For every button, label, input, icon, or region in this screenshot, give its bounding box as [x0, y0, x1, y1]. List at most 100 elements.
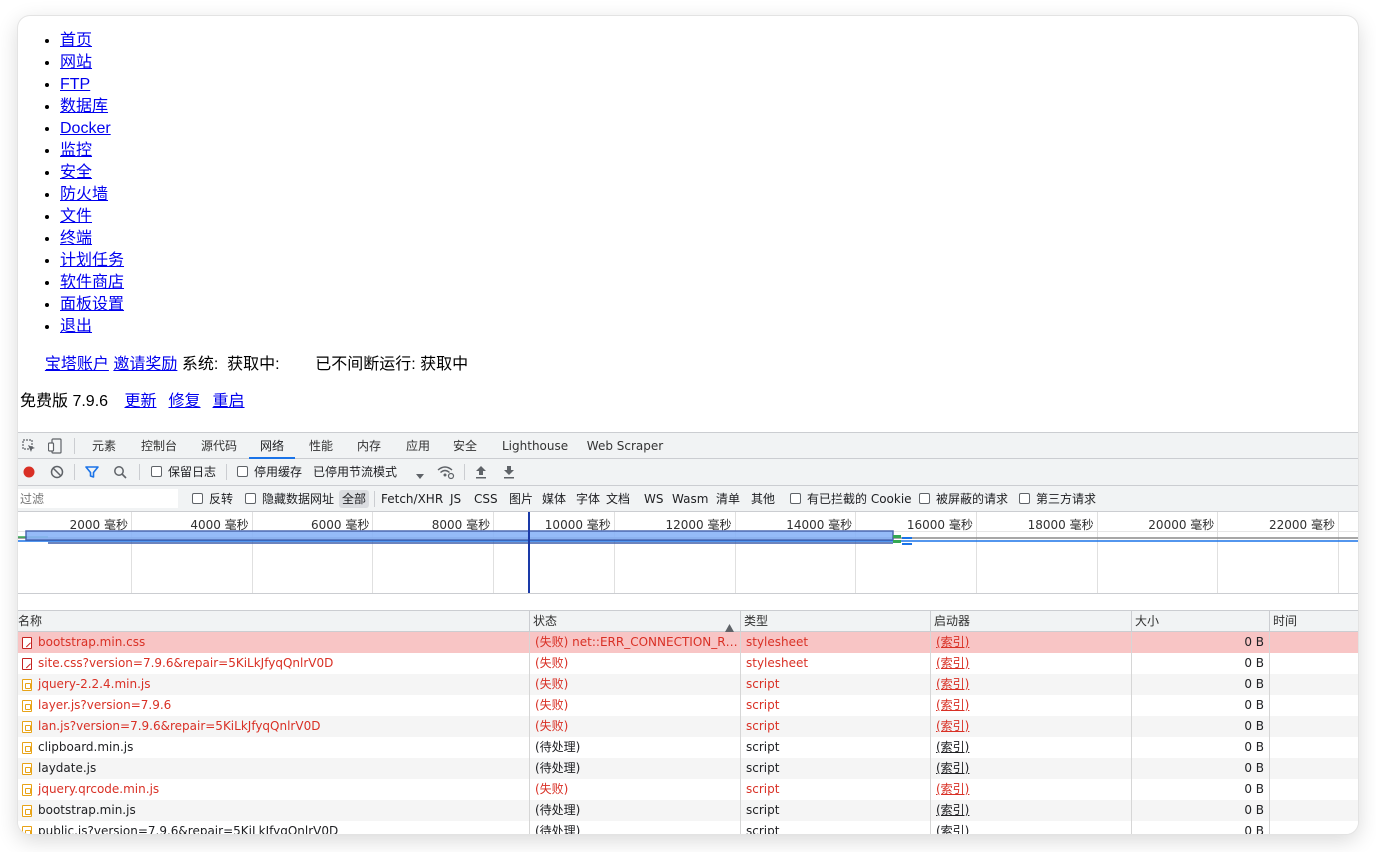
type-filter-button[interactable]: 清单	[713, 490, 743, 508]
chevron-down-icon[interactable]	[416, 469, 424, 479]
bt-account-link[interactable]: 宝塔账户	[45, 356, 109, 373]
initiator-link[interactable]: (索引)	[936, 635, 969, 649]
nav-link[interactable]: 安全	[60, 164, 92, 181]
table-row[interactable]: bootstrap.min.js (待处理) script (索引) 0 B	[18, 800, 1358, 821]
preserve-log-checkbox[interactable]	[151, 466, 162, 477]
devtools-tab[interactable]: 控制台	[134, 433, 184, 459]
column-time[interactable]: 时间	[1270, 611, 1358, 632]
invite-link[interactable]: 邀请奖励	[113, 356, 177, 373]
type-filter-button[interactable]: CSS	[471, 490, 501, 508]
blocked-cookies-checkbox[interactable]	[790, 493, 801, 504]
type-filter-button[interactable]: JS	[447, 490, 464, 508]
nav-link[interactable]: 终端	[60, 230, 92, 247]
table-row[interactable]: laydate.js (待处理) script (索引) 0 B	[18, 758, 1358, 779]
column-size[interactable]: 大小	[1132, 611, 1270, 632]
device-toolbar-icon[interactable]	[47, 438, 62, 454]
devtools-tab[interactable]: 元素	[82, 433, 126, 459]
column-type[interactable]: 类型	[741, 611, 931, 632]
disable-cache-checkbox[interactable]	[237, 466, 248, 477]
column-status[interactable]: 状态	[530, 611, 741, 632]
nav-link[interactable]: 软件商店	[60, 274, 124, 291]
nav-link[interactable]: 数据库	[60, 98, 108, 115]
nav-link[interactable]: FTP	[60, 76, 90, 93]
type-filter-button[interactable]: 全部	[339, 490, 370, 508]
type-filter-button[interactable]: Fetch/XHR	[378, 490, 446, 508]
request-name-cell: jquery-2.2.4.min.js	[18, 674, 530, 695]
column-name[interactable]: 名称	[18, 611, 530, 632]
devtools-tab[interactable]: 应用	[398, 433, 438, 459]
type-filter-button[interactable]: WS	[641, 490, 666, 508]
column-initiator[interactable]: 启动器	[931, 611, 1132, 632]
filter-icon[interactable]	[85, 465, 99, 479]
table-row[interactable]: jquery.qrcode.min.js (失败) script (索引) 0 B	[18, 779, 1358, 800]
table-row[interactable]: site.css?version=7.9.6&repair=5KiLkJfyqQ…	[18, 653, 1358, 674]
initiator-link[interactable]: (索引)	[936, 740, 969, 754]
initiator-link[interactable]: (索引)	[936, 824, 969, 834]
type-filter-button[interactable]: 图片	[506, 490, 536, 508]
request-time	[1270, 716, 1358, 737]
third-party-checkbox[interactable]	[1019, 493, 1030, 504]
nav-link[interactable]: 监控	[60, 142, 92, 159]
nav-item: 网站	[60, 52, 124, 74]
throttling-select[interactable]: 已停用节流模式	[313, 459, 397, 485]
update-link[interactable]: 更新	[125, 393, 157, 410]
table-row[interactable]: layer.js?version=7.9.6 (失败) script (索引) 0 B	[18, 695, 1358, 716]
request-name-cell: bootstrap.min.css	[18, 632, 530, 653]
request-size: 0 B	[1132, 758, 1270, 779]
initiator-link[interactable]: (索引)	[936, 698, 969, 712]
nav-link[interactable]: 退出	[60, 318, 92, 335]
initiator-link[interactable]: (索引)	[936, 782, 969, 796]
request-type: script	[741, 779, 931, 800]
request-initiator-cell: (索引)	[931, 695, 1132, 716]
initiator-link[interactable]: (索引)	[936, 656, 969, 670]
nav-link[interactable]: 计划任务	[60, 252, 124, 269]
request-size: 0 B	[1132, 821, 1270, 834]
type-filter-button[interactable]: 媒体	[539, 490, 569, 508]
devtools-tab[interactable]: 性能	[301, 433, 341, 459]
devtools-tab[interactable]: 内存	[349, 433, 389, 459]
request-time	[1270, 821, 1358, 834]
nav-link[interactable]: 文件	[60, 208, 92, 225]
stylesheet-file-icon	[22, 658, 32, 670]
hide-data-urls-checkbox[interactable]	[245, 493, 256, 504]
type-filter-button[interactable]: 文档	[603, 490, 633, 508]
initiator-link[interactable]: (索引)	[936, 761, 969, 775]
initiator-link[interactable]: (索引)	[936, 677, 969, 691]
type-filter-button[interactable]: 其他	[748, 490, 778, 508]
nav-link[interactable]: 首页	[60, 32, 92, 49]
search-icon[interactable]	[113, 465, 127, 479]
devtools-tab[interactable]: Lighthouse	[502, 433, 568, 459]
toolbar-separator	[139, 464, 140, 480]
initiator-link[interactable]: (索引)	[936, 719, 969, 733]
network-overview-timeline[interactable]: 2000 毫秒 4000 毫秒 6000 毫秒 8000 毫秒 10000 毫秒 1200…	[18, 512, 1358, 594]
request-time	[1270, 695, 1358, 716]
repair-link[interactable]: 修复	[169, 393, 201, 410]
devtools-tab[interactable]: 安全	[445, 433, 485, 459]
clear-icon[interactable]	[50, 465, 64, 479]
nav-link[interactable]: Docker	[60, 120, 111, 137]
type-filter-button[interactable]: 字体	[573, 490, 603, 508]
filter-input[interactable]	[18, 489, 178, 508]
devtools-tab[interactable]: 源代码	[194, 433, 244, 459]
table-row[interactable]: lan.js?version=7.9.6&repair=5KiLkJfyqQnl…	[18, 716, 1358, 737]
table-row[interactable]: jquery-2.2.4.min.js (失败) script (索引) 0 B	[18, 674, 1358, 695]
restart-link[interactable]: 重启	[213, 393, 245, 410]
type-filter-button[interactable]: Wasm	[669, 490, 711, 508]
devtools-tab[interactable]: 网络	[249, 433, 295, 459]
inspect-element-icon[interactable]	[22, 439, 36, 453]
table-row[interactable]: bootstrap.min.css (失败) net::ERR_CONNECTIO…	[18, 632, 1358, 653]
table-row[interactable]: clipboard.min.js (待处理) script (索引) 0 B	[18, 737, 1358, 758]
import-har-icon[interactable]	[475, 465, 487, 479]
export-har-icon[interactable]	[503, 465, 515, 479]
nav-link[interactable]: 防火墙	[60, 186, 108, 203]
devtools-tab[interactable]: Web Scraper	[585, 433, 665, 459]
nav-item: 计划任务	[60, 250, 124, 272]
initiator-link[interactable]: (索引)	[936, 803, 969, 817]
table-row[interactable]: public.js?version=7.9.6&repair=5KiLkJfyq…	[18, 821, 1358, 834]
nav-link[interactable]: 网站	[60, 54, 92, 71]
blocked-requests-checkbox[interactable]	[919, 493, 930, 504]
network-conditions-icon[interactable]	[437, 464, 455, 480]
invert-checkbox[interactable]	[192, 493, 203, 504]
nav-link[interactable]: 面板设置	[60, 296, 124, 313]
record-icon[interactable]	[22, 465, 36, 479]
